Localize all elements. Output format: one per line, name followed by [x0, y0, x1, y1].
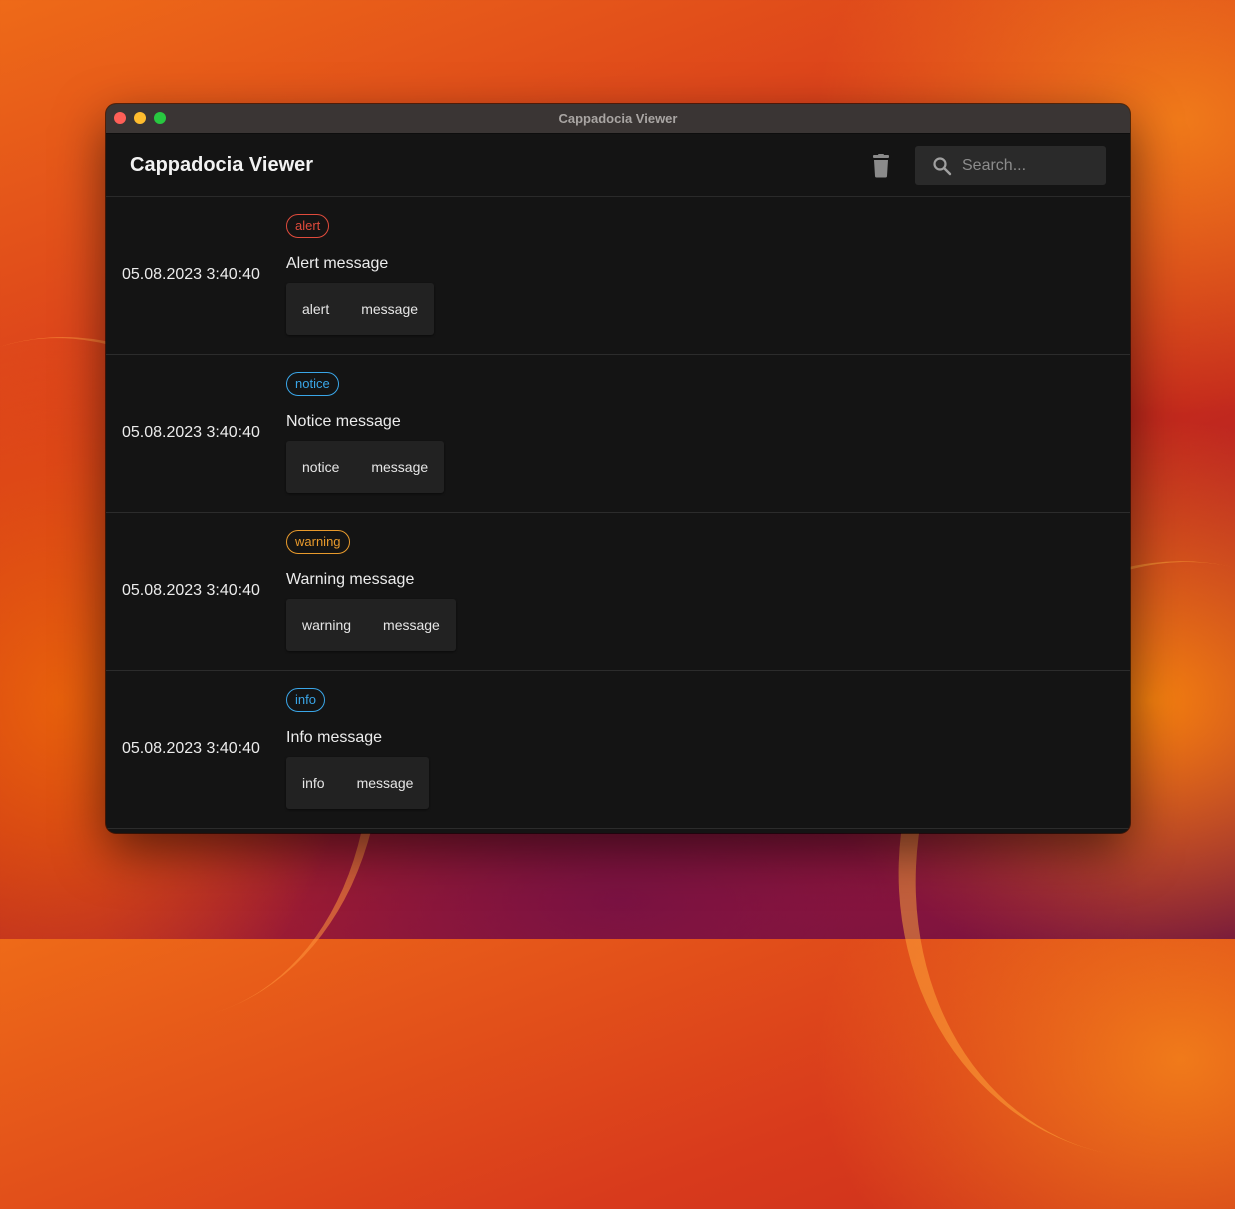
tag-group: notice message	[286, 441, 445, 493]
level-badge: warning	[286, 530, 350, 554]
log-message: Alert message	[286, 255, 389, 272]
log-list: 05.08.2023 3:40:40 alert Alert message a…	[106, 197, 1130, 829]
tag-chip[interactable]: message	[361, 301, 418, 317]
log-timestamp: 05.08.2023 3:40:40	[122, 582, 260, 599]
tag-chip[interactable]: message	[383, 617, 440, 633]
log-row[interactable]: 05.08.2023 3:40:40 warning Warning messa…	[106, 513, 1130, 671]
log-message: Warning message	[286, 571, 415, 588]
log-timestamp: 05.08.2023 3:40:40	[122, 740, 260, 757]
log-row[interactable]: 05.08.2023 3:40:40 info Info message inf…	[106, 671, 1130, 829]
tag-group: warning message	[286, 599, 456, 651]
log-content: alert Alert message alert message	[286, 214, 435, 335]
log-timestamp: 05.08.2023 3:40:40	[122, 424, 260, 441]
level-badge: notice	[286, 372, 339, 396]
tag-group: info message	[286, 757, 430, 809]
tag-chip[interactable]: message	[357, 775, 414, 791]
search-box[interactable]	[915, 146, 1106, 185]
log-message: Notice message	[286, 413, 401, 430]
log-row[interactable]: 05.08.2023 3:40:40 notice Notice message…	[106, 355, 1130, 513]
tag-chip[interactable]: notice	[302, 459, 339, 475]
log-message: Info message	[286, 729, 383, 746]
trash-icon[interactable]	[871, 154, 891, 178]
tag-group: alert message	[286, 283, 435, 335]
log-row[interactable]: 05.08.2023 3:40:40 alert Alert message a…	[106, 197, 1130, 355]
log-content: warning Warning message warning message	[286, 530, 456, 651]
tag-chip[interactable]: alert	[302, 301, 329, 317]
window-title: Cappadocia Viewer	[558, 111, 678, 126]
log-content: notice Notice message notice message	[286, 372, 445, 493]
level-badge: alert	[286, 214, 330, 238]
search-input[interactable]	[962, 156, 1092, 175]
tag-chip[interactable]: message	[371, 459, 428, 475]
app-header: Cappadocia Viewer	[106, 134, 1130, 197]
search-icon	[933, 156, 952, 175]
app-window: Cappadocia Viewer Cappadocia Viewer 05.0…	[106, 104, 1130, 833]
tag-chip[interactable]: warning	[302, 617, 351, 633]
tag-chip[interactable]: info	[302, 775, 325, 791]
window-titlebar[interactable]: Cappadocia Viewer	[106, 104, 1130, 134]
page-title: Cappadocia Viewer	[130, 154, 314, 176]
level-badge: info	[286, 688, 325, 712]
log-timestamp: 05.08.2023 3:40:40	[122, 266, 260, 283]
log-content: info Info message info message	[286, 688, 430, 809]
